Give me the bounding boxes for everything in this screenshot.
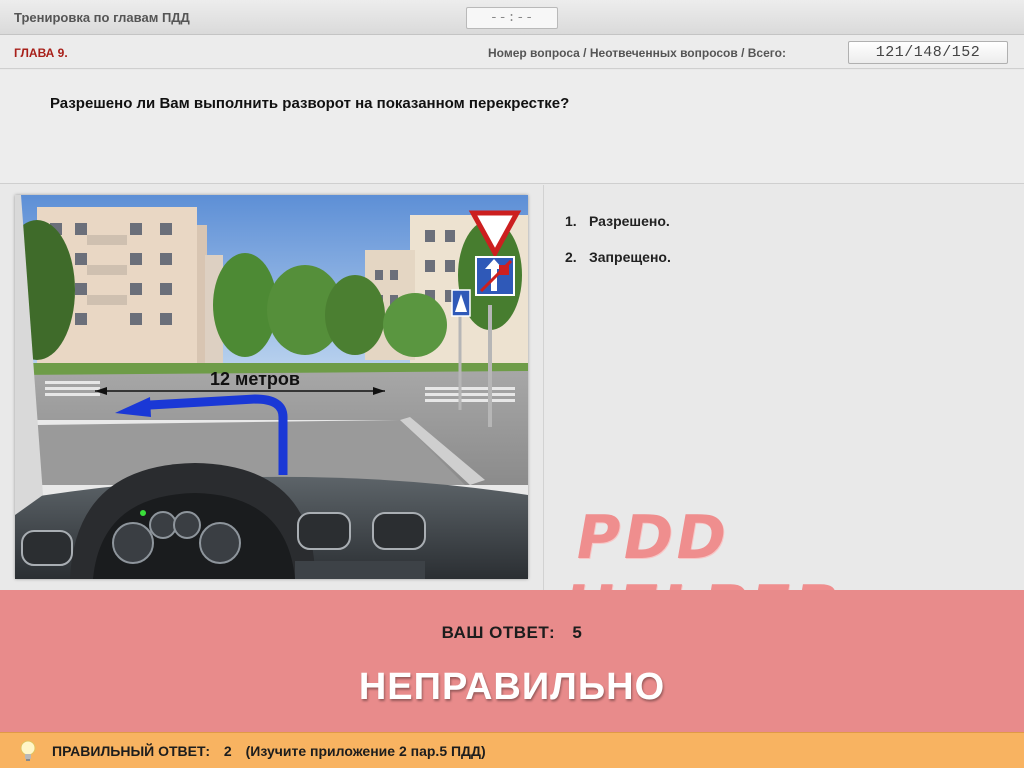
answer-label: Разрешено. bbox=[589, 213, 670, 229]
chapter-bar: ГЛАВА 9. Номер вопроса / Неотвеченных во… bbox=[0, 35, 1024, 69]
window-title: Тренировка по главам ПДД bbox=[14, 10, 190, 25]
correct-answer-value: 2 bbox=[223, 743, 232, 759]
answer-option-2[interactable]: 2. Запрещено. bbox=[565, 249, 671, 265]
correct-answer-text: ПРАВИЛЬНЫЙ ОТВЕТ: 2 (Изучите приложение … bbox=[52, 743, 496, 759]
question-counter: 121/148/152 bbox=[848, 41, 1008, 64]
your-answer-label: ВАШ ОТВЕТ: bbox=[441, 623, 556, 642]
lightbulb-icon bbox=[20, 740, 36, 761]
your-answer-value: 5 bbox=[572, 623, 583, 642]
correct-answer-label: ПРАВИЛЬНЫЙ ОТВЕТ: bbox=[52, 743, 211, 759]
app-window: Тренировка по главам ПДД --:-- ГЛАВА 9. … bbox=[0, 0, 1024, 768]
result-panel: ВАШ ОТВЕТ: 5 НЕПРАВИЛЬНО bbox=[0, 590, 1024, 732]
question-text: Разрешено ли Вам выполнить разворот на п… bbox=[50, 95, 570, 112]
distance-label: 12 метров bbox=[210, 369, 300, 389]
answer-label: Запрещено. bbox=[589, 249, 671, 265]
question-panel: Разрешено ли Вам выполнить разворот на п… bbox=[0, 70, 1024, 184]
verdict-text: НЕПРАВИЛЬНО bbox=[358, 666, 666, 708]
question-image: 12 метров bbox=[15, 195, 528, 579]
answer-number: 1. bbox=[565, 213, 577, 229]
chapter-label: ГЛАВА 9. bbox=[14, 46, 68, 60]
timer-display: --:-- bbox=[466, 7, 558, 29]
answer-number: 2. bbox=[565, 249, 577, 265]
question-counter-label: Номер вопроса / Неотвеченных вопросов / … bbox=[488, 46, 786, 60]
title-bar: Тренировка по главам ПДД --:-- bbox=[0, 0, 1024, 35]
content-area: 12 метров 1. Разрешено. 2. Запрещено. PD… bbox=[0, 185, 1024, 643]
correct-answer-note: (Изучите приложение 2 пар.5 ПДД) bbox=[245, 743, 486, 759]
your-answer: ВАШ ОТВЕТ: 5 bbox=[0, 623, 1024, 643]
answer-list: 1. Разрешено. 2. Запрещено. bbox=[565, 213, 671, 285]
correct-answer-bar: ПРАВИЛЬНЫЙ ОТВЕТ: 2 (Изучите приложение … bbox=[0, 732, 1024, 768]
column-divider bbox=[543, 185, 544, 590]
answer-option-1[interactable]: 1. Разрешено. bbox=[565, 213, 671, 229]
